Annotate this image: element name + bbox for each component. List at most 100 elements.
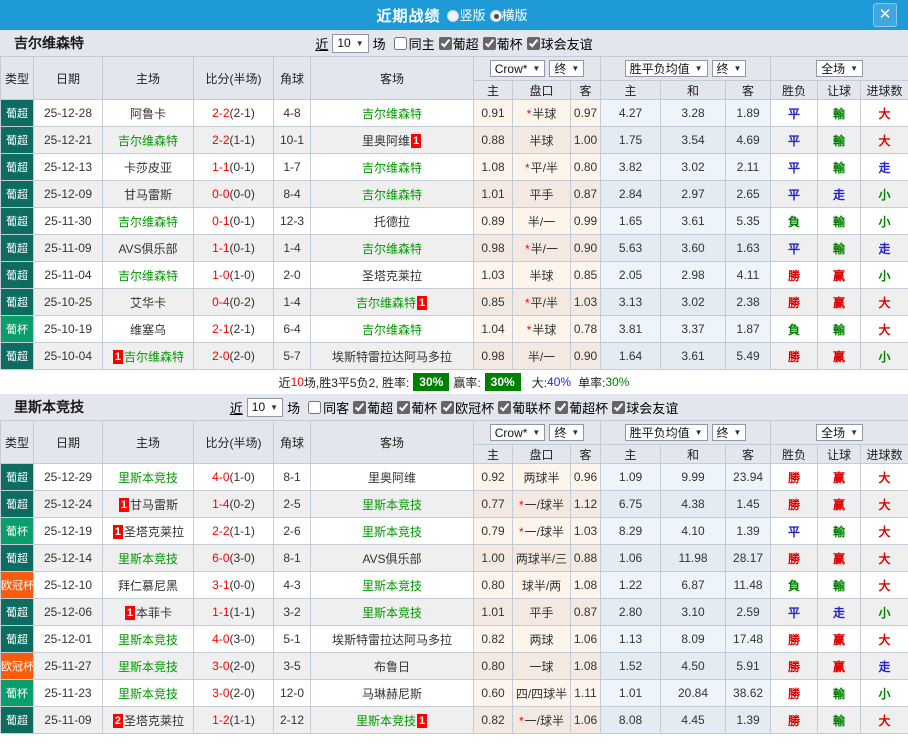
- col-crown-home: 主: [473, 444, 513, 464]
- team-name: 圣塔克莱拉: [123, 713, 184, 728]
- score-cell: 1-2(1-1): [193, 706, 274, 734]
- final-avg-dropdown[interactable]: 终 ▼: [711, 60, 747, 77]
- league-badge: 葡超: [0, 463, 34, 491]
- match-date: 25-12-01: [33, 625, 103, 653]
- handicap-result-cell: 輸: [817, 153, 862, 181]
- layout-radio[interactable]: [489, 10, 502, 22]
- rank-badge: 1: [417, 713, 427, 728]
- handicap-result-cell: 走: [817, 180, 862, 208]
- handicap-cell: 球半/两: [512, 571, 571, 599]
- league-checkbox[interactable]: [526, 36, 540, 50]
- handicap-star: *: [524, 241, 530, 256]
- crown-home-odds: 1.03: [473, 261, 513, 289]
- goals-result-cell: 小: [860, 180, 908, 208]
- half-time-score: (2-1): [229, 322, 255, 336]
- league-checkbox[interactable]: [612, 400, 626, 414]
- final-odds-dropdown[interactable]: 终 ▼: [549, 423, 585, 441]
- handicap-cell: *一/球半: [512, 517, 571, 545]
- team-name: 里奥阿维: [367, 470, 416, 485]
- avg-dropdown[interactable]: 胜平负均值 ▼: [624, 60, 708, 77]
- chevron-down-icon: ▼: [694, 64, 703, 73]
- final-odds-dropdown[interactable]: 终 ▼: [549, 59, 585, 77]
- bookmaker-dropdown[interactable]: Crow* ▼: [489, 424, 546, 442]
- col-goals: 进球数: [860, 80, 908, 100]
- handicap-value: 半球: [529, 133, 554, 148]
- team-name: 吉尔维森特: [361, 241, 422, 256]
- handicap-cell: 两球半/三: [512, 544, 571, 572]
- result-cell: 勝: [770, 288, 819, 316]
- crown-home-odds: 1.04: [473, 315, 513, 343]
- full-match-dropdown[interactable]: 全场 ▼: [816, 424, 864, 441]
- corner-cell: 1-7: [273, 153, 311, 181]
- same-venue-checkbox[interactable]: [393, 36, 407, 50]
- league-checkbox[interactable]: [441, 400, 455, 414]
- match-date: 25-12-29: [33, 463, 103, 491]
- col-handicap-result: 让球: [817, 444, 862, 464]
- handicap-cell: 半/一: [512, 342, 571, 370]
- home-team-cell: 吉尔维森特: [102, 261, 194, 289]
- avg-away-odds: 1.39: [725, 517, 772, 545]
- league-badge: 葡超: [0, 288, 34, 316]
- full-match-dropdown[interactable]: 全场 ▼: [816, 60, 864, 77]
- crown-home-odds: 0.79: [473, 517, 513, 545]
- match-count-select[interactable]: 10 ▼: [246, 397, 284, 417]
- league-checkbox[interactable]: [498, 400, 512, 414]
- summary-count: 10: [290, 375, 304, 389]
- layout-radio[interactable]: [447, 10, 460, 22]
- score-cell: 2-2(2-1): [193, 99, 274, 127]
- handicap-result-cell: 赢: [817, 342, 862, 370]
- col-away: 客场: [310, 420, 474, 464]
- avg-draw-odds: 9.99: [660, 463, 727, 491]
- score-cell: 1-4(0-2): [193, 490, 274, 518]
- home-team-cell: 里斯本竞技: [102, 625, 194, 653]
- col-handicap: 盘口: [512, 80, 571, 100]
- result-cell: 平: [770, 598, 819, 626]
- away-team-cell: 吉尔维森特: [310, 99, 474, 127]
- handicap-value: 半球: [532, 106, 557, 121]
- avg-draw-odds: 4.45: [660, 706, 727, 734]
- league-badge: 葡超: [0, 261, 34, 289]
- handicap-star: *: [518, 524, 524, 539]
- away-team-cell: 埃斯特雷拉达阿马多拉: [310, 342, 474, 370]
- league-checkbox[interactable]: [438, 36, 452, 50]
- crown-home-odds: 0.82: [473, 706, 513, 734]
- result-cell: 勝: [770, 544, 819, 572]
- col-handicap: 盘口: [512, 444, 571, 464]
- league-label: 欧冠杯: [455, 400, 495, 416]
- goals-result-cell: 大: [860, 99, 908, 127]
- match-row: 葡超 25-11-30 吉尔维森特 0-1(0-1) 12-3 托德拉 0.89 半/一 0.9…: [0, 207, 908, 235]
- league-checkbox[interactable]: [555, 400, 569, 414]
- match-date: 25-11-30: [33, 207, 103, 235]
- avg-home-odds: 4.27: [600, 99, 662, 127]
- handicap-cell: 半球: [512, 261, 571, 289]
- league-checkbox[interactable]: [482, 36, 496, 50]
- result-cell: 勝: [770, 342, 819, 370]
- half-time-score: (1-0): [229, 268, 255, 282]
- league-filter: 葡联杯: [494, 398, 551, 417]
- avg-dropdown[interactable]: 胜平负均值 ▼: [624, 424, 708, 441]
- league-checkbox[interactable]: [397, 400, 411, 414]
- handicap-value: 半/一: [527, 349, 556, 364]
- bookmaker-dropdown[interactable]: Crow* ▼: [489, 60, 546, 78]
- result-cell: 平: [770, 234, 819, 262]
- col-type: 类型: [0, 420, 34, 464]
- match-row: 葡超 25-12-24 1 甘马雷斯 1-4(0-2) 2-5 里斯本竞技 0.77 *一/球半…: [0, 490, 908, 518]
- league-badge: 葡超: [0, 490, 34, 518]
- score-cell: 3-1(0-0): [193, 571, 274, 599]
- league-checkbox[interactable]: [353, 400, 367, 414]
- close-button[interactable]: ✕: [873, 3, 897, 27]
- final-avg-dropdown[interactable]: 终 ▼: [711, 424, 747, 441]
- goals-result-cell: 大: [860, 288, 908, 316]
- score-cell: 1-1(0-1): [193, 153, 274, 181]
- avg-away-odds: 23.94: [725, 463, 772, 491]
- league-badge: 葡超: [0, 544, 34, 572]
- match-count-select[interactable]: 10 ▼: [332, 33, 369, 53]
- away-team-cell: 里奥阿维 1: [310, 126, 474, 154]
- away-team-cell: 里斯本竞技: [310, 571, 474, 599]
- same-venue-checkbox[interactable]: [308, 400, 322, 414]
- corner-cell: 2-6: [273, 517, 311, 545]
- full-time-score: 0-4: [212, 295, 230, 309]
- col-crown-home: 主: [473, 80, 513, 100]
- col-avg-home: 主: [600, 444, 662, 464]
- corner-cell: 12-3: [273, 207, 311, 235]
